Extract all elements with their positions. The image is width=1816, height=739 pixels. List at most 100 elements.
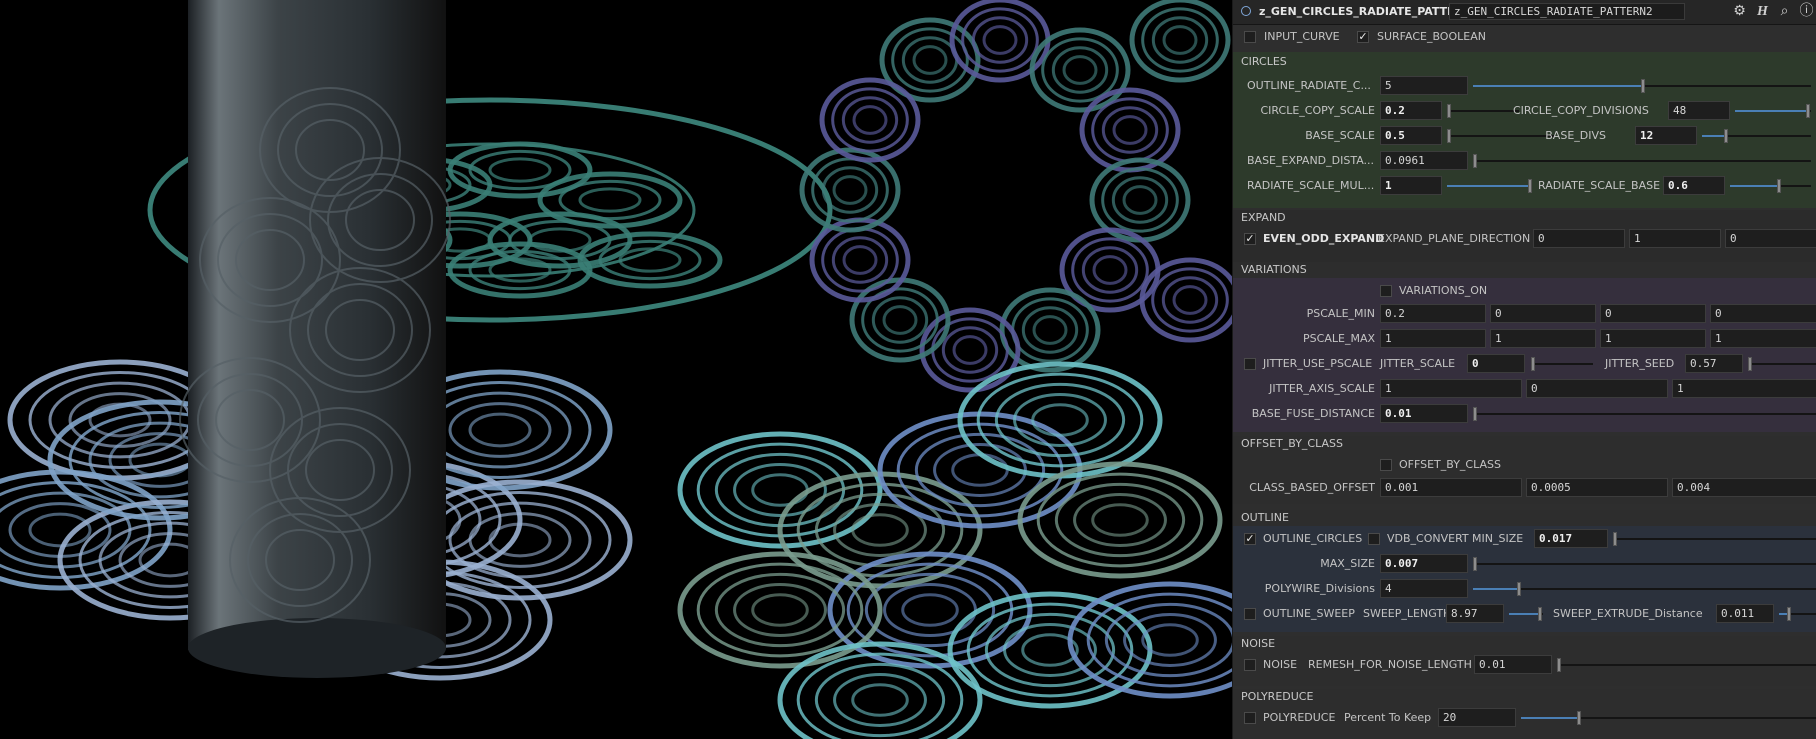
class-offset-z-field[interactable]: 0.004 [1672, 478, 1816, 497]
circle-copy-scale-field[interactable]: 0.2 [1380, 101, 1442, 120]
max-size-field[interactable]: 0.007 [1380, 554, 1468, 573]
noise-checkbox[interactable] [1244, 659, 1256, 671]
search-icon[interactable]: ⌕ [1776, 3, 1793, 20]
ring [468, 249, 572, 291]
vdb-convert-checkbox[interactable] [1368, 533, 1380, 545]
class-offset-y-field[interactable]: 0.0005 [1526, 478, 1668, 497]
jitter-axis-y-field[interactable]: 0 [1526, 379, 1668, 398]
pscale-max-field-3[interactable]: 1 [1600, 329, 1706, 348]
ring [912, 45, 948, 75]
node-name-field[interactable]: z_GEN_CIRCLES_RADIATE_PATTERN2 [1449, 3, 1685, 20]
percent-to-keep-field[interactable]: 20 [1438, 708, 1516, 727]
sweep-extrude-field[interactable]: 0.011 [1716, 604, 1774, 623]
outline-sweep-checkbox[interactable] [1244, 608, 1256, 620]
ring [1051, 46, 1109, 94]
base-fuse-distance-slider[interactable] [1473, 407, 1816, 421]
jitter-axis-x-field[interactable]: 1 [1380, 379, 1522, 398]
variations-on-checkbox[interactable] [1380, 285, 1392, 297]
outline-section-title[interactable]: OUTLINE [1233, 510, 1816, 526]
circle-copy-scale-slider[interactable] [1447, 104, 1519, 118]
pscale-max-field-4[interactable]: 1 [1710, 329, 1816, 348]
jitter-scale-slider[interactable] [1531, 357, 1593, 371]
noise-section-title[interactable]: NOISE [1233, 636, 1816, 652]
gear-icon[interactable]: ⚙ [1731, 3, 1748, 20]
ring [841, 96, 899, 144]
circle-copy-divisions-slider[interactable] [1735, 104, 1811, 118]
radiate-scale-mul-slider[interactable] [1447, 179, 1532, 193]
expand-plane-z-field[interactable]: 0 [1725, 229, 1816, 248]
base-divs-field[interactable]: 12 [1635, 126, 1697, 145]
pscale-max-field-1[interactable]: 1 [1380, 329, 1486, 348]
polywire-divisions-field[interactable]: 4 [1380, 579, 1468, 598]
pscale-max-field-2[interactable]: 1 [1490, 329, 1596, 348]
expand-section: EXPAND ✓ EVEN_ODD_EXPAND EXPAND_PLANE_DI… [1233, 210, 1816, 264]
expand-plane-x-field[interactable]: 0 [1533, 229, 1625, 248]
pscale-min-field-3[interactable]: 0 [1600, 304, 1706, 323]
expand-plane-y-field[interactable]: 1 [1629, 229, 1721, 248]
pscale-min-field-1[interactable]: 0.2 [1380, 304, 1486, 323]
remesh-for-noise-slider[interactable] [1557, 658, 1816, 672]
offset-section-title[interactable]: OFFSET_BY_CLASS [1233, 436, 1816, 452]
offset-by-class-checkbox[interactable] [1380, 459, 1392, 471]
jitter-row: JITTER_USE_PSCALE JITTER_SCALE 0 JITTER_… [1233, 352, 1816, 376]
outline-radiate-slider[interactable] [1473, 79, 1811, 93]
expand-row: ✓ EVEN_ODD_EXPAND EXPAND_PLANE_DIRECTION… [1233, 227, 1816, 251]
max-size-slider[interactable] [1473, 557, 1816, 571]
expand-section-title[interactable]: EXPAND [1233, 210, 1816, 226]
jitter-use-pscale-checkbox[interactable] [1244, 358, 1256, 370]
pscale-min-field-2[interactable]: 0 [1490, 304, 1596, 323]
ring [1162, 25, 1198, 55]
base-expand-field[interactable]: 0.0961 [1380, 151, 1468, 170]
circles-section-title[interactable]: CIRCLES [1233, 54, 1816, 70]
base-fuse-distance-field[interactable]: 0.01 [1380, 404, 1468, 423]
3d-viewport[interactable] [0, 0, 1232, 739]
input-curve-checkbox[interactable] [1244, 31, 1256, 43]
jitter-scale-field[interactable]: 0 [1467, 354, 1525, 373]
outline-circles-checkbox[interactable]: ✓ [1244, 533, 1256, 545]
ring [851, 683, 909, 717]
surface-boolean-checkbox[interactable]: ✓ [1357, 31, 1369, 43]
variations-on-label: VARIATIONS_ON [1399, 284, 1488, 297]
min-size-field[interactable]: 0.017 [1534, 529, 1608, 548]
ring [819, 77, 921, 163]
sweep-length-slider[interactable] [1509, 607, 1543, 621]
input-curve-label: INPUT_CURVE [1264, 30, 1340, 43]
pscale-min-field-4[interactable]: 0 [1710, 304, 1816, 323]
outline-radiate-field[interactable]: 5 [1380, 76, 1468, 95]
jitter-axis-scale-label: JITTER_AXIS_SCALE [1269, 382, 1375, 395]
help-h-icon[interactable]: H [1754, 3, 1771, 20]
radiate-scale-base-field[interactable]: 0.6 [1663, 176, 1725, 195]
polywire-divisions-slider[interactable] [1473, 582, 1816, 596]
class-offset-x-field[interactable]: 0.001 [1380, 478, 1522, 497]
circles-section: CIRCLES OUTLINE_RADIATE_C... 5 CIRCLE_CO… [1233, 52, 1816, 208]
jitter-seed-field[interactable]: 0.57 [1685, 354, 1743, 373]
remesh-for-noise-field[interactable]: 0.01 [1474, 655, 1552, 674]
radiate-scale-base-label: RADIATE_SCALE_BASE [1538, 179, 1661, 192]
base-expand-slider[interactable] [1473, 154, 1811, 168]
polywire-row: POLYWIRE_Divisions 4 [1233, 577, 1816, 601]
ring [831, 236, 889, 284]
base-scale-field[interactable]: 0.5 [1380, 126, 1442, 145]
class-based-offset-row: CLASS_BASED_OFFSET 0.001 0.0005 0.004 [1233, 476, 1816, 500]
ring [1123, 613, 1217, 667]
noise-section: NOISE NOISE REMESH_FOR_NOISE_LENGTH 0.01 [1233, 636, 1816, 686]
sweep-length-field[interactable]: 8.97 [1446, 604, 1504, 623]
ring [1062, 55, 1098, 85]
min-size-slider[interactable] [1613, 532, 1816, 546]
even-odd-expand-checkbox[interactable]: ✓ [1244, 233, 1256, 245]
base-divs-slider[interactable] [1702, 129, 1811, 143]
percent-to-keep-slider[interactable] [1521, 711, 1816, 725]
radiate-scale-base-slider[interactable] [1730, 179, 1811, 193]
vdb-convert-label: VDB_CONVERT [1387, 532, 1469, 545]
radiate-scale-mul-field[interactable]: 1 [1380, 176, 1442, 195]
polyreduce-checkbox[interactable] [1244, 712, 1256, 724]
sweep-extrude-slider[interactable] [1779, 607, 1816, 621]
circle-copy-divisions-field[interactable]: 48 [1668, 101, 1730, 120]
jitter-seed-slider[interactable] [1748, 357, 1816, 371]
ring [799, 147, 901, 233]
polyreduce-section-title[interactable]: POLYREDUCE [1233, 689, 1816, 705]
variations-section-title[interactable]: VARIATIONS [1233, 262, 1816, 278]
info-icon[interactable]: ⓘ [1798, 3, 1815, 20]
ring [1036, 472, 1204, 568]
jitter-axis-z-field[interactable]: 1 [1672, 379, 1816, 398]
